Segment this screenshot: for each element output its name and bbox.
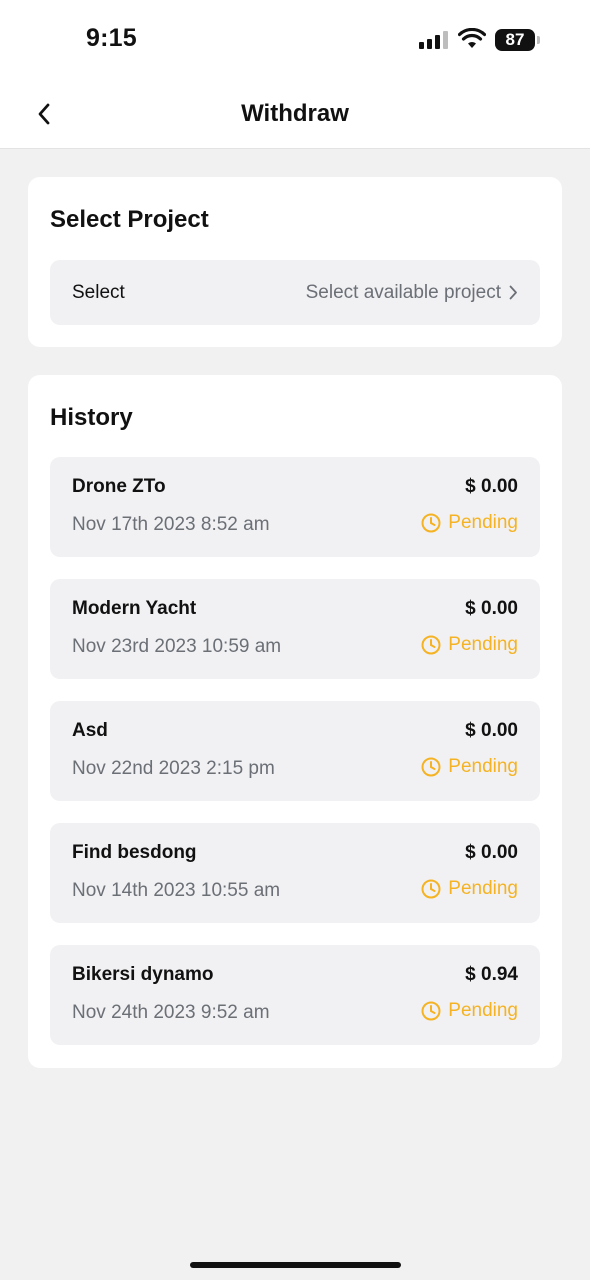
status-time: 9:15 (86, 24, 137, 52)
item-amount: $ 0.00 (465, 720, 518, 741)
clock-icon (421, 757, 441, 777)
select-value: Select available project (306, 282, 518, 304)
select-placeholder: Select available project (305, 281, 501, 303)
item-date: Nov 24th 2023 9:52 am (72, 1002, 270, 1023)
select-label: Select (72, 281, 125, 303)
header: 9:15 87 Withdraw (0, 0, 590, 149)
clock-icon (421, 635, 441, 655)
history-item[interactable]: Modern Yacht $ 0.00 Nov 23rd 2023 10:59 … (50, 579, 540, 679)
status-text: Pending (448, 878, 518, 899)
clock-icon (421, 1001, 441, 1021)
battery-icon: 87 (495, 29, 541, 51)
status-text: Pending (448, 634, 518, 655)
item-name: Asd (72, 720, 108, 741)
item-amount: $ 0.00 (465, 842, 518, 863)
battery-level: 87 (505, 30, 525, 49)
item-name: Find besdong (72, 842, 197, 863)
history-item[interactable]: Find besdong $ 0.00 Nov 14th 2023 10:55 … (50, 823, 540, 923)
item-date: Nov 14th 2023 10:55 am (72, 880, 281, 901)
select-project-card: Select Project Select Select available p… (28, 177, 562, 347)
history-item[interactable]: Drone ZTo $ 0.00 Nov 17th 2023 8:52 am P… (50, 457, 540, 557)
item-date: Nov 23rd 2023 10:59 am (72, 636, 282, 657)
status-badge: Pending (421, 878, 518, 900)
item-amount: $ 0.00 (465, 598, 518, 619)
item-amount: $ 0.00 (465, 476, 518, 497)
wifi-icon (458, 28, 486, 48)
history-item[interactable]: Asd $ 0.00 Nov 22nd 2023 2:15 pm Pending (50, 701, 540, 801)
page-title: Withdraw (241, 100, 349, 127)
history-card: History Drone ZTo $ 0.00 Nov 17th 2023 8… (28, 375, 562, 1068)
item-name: Modern Yacht (72, 598, 197, 619)
status-badge: Pending (421, 756, 518, 778)
status-badge: Pending (421, 1000, 518, 1022)
item-name: Bikersi dynamo (72, 964, 214, 985)
withdraw-screen: 9:15 87 Withdraw Select Project Select S… (0, 0, 590, 1280)
select-project-row[interactable]: Select Select available project (50, 260, 540, 325)
item-amount: $ 0.94 (465, 964, 518, 985)
status-text: Pending (448, 512, 518, 533)
cellular-signal-icon (419, 31, 448, 49)
item-date: Nov 17th 2023 8:52 am (72, 514, 270, 535)
status-badge: Pending (421, 634, 518, 656)
clock-icon (421, 513, 441, 533)
history-title: History (50, 404, 133, 431)
history-list: Drone ZTo $ 0.00 Nov 17th 2023 8:52 am P… (50, 457, 540, 1067)
item-name: Drone ZTo (72, 476, 166, 497)
item-date: Nov 22nd 2023 2:15 pm (72, 758, 275, 779)
history-item[interactable]: Bikersi dynamo $ 0.94 Nov 24th 2023 9:52… (50, 945, 540, 1045)
clock-icon (421, 879, 441, 899)
select-project-title: Select Project (50, 206, 209, 233)
home-indicator[interactable] (190, 1262, 401, 1268)
status-text: Pending (448, 756, 518, 777)
chevron-right-icon (509, 285, 517, 300)
status-badge: Pending (421, 512, 518, 534)
status-text: Pending (448, 1000, 518, 1021)
